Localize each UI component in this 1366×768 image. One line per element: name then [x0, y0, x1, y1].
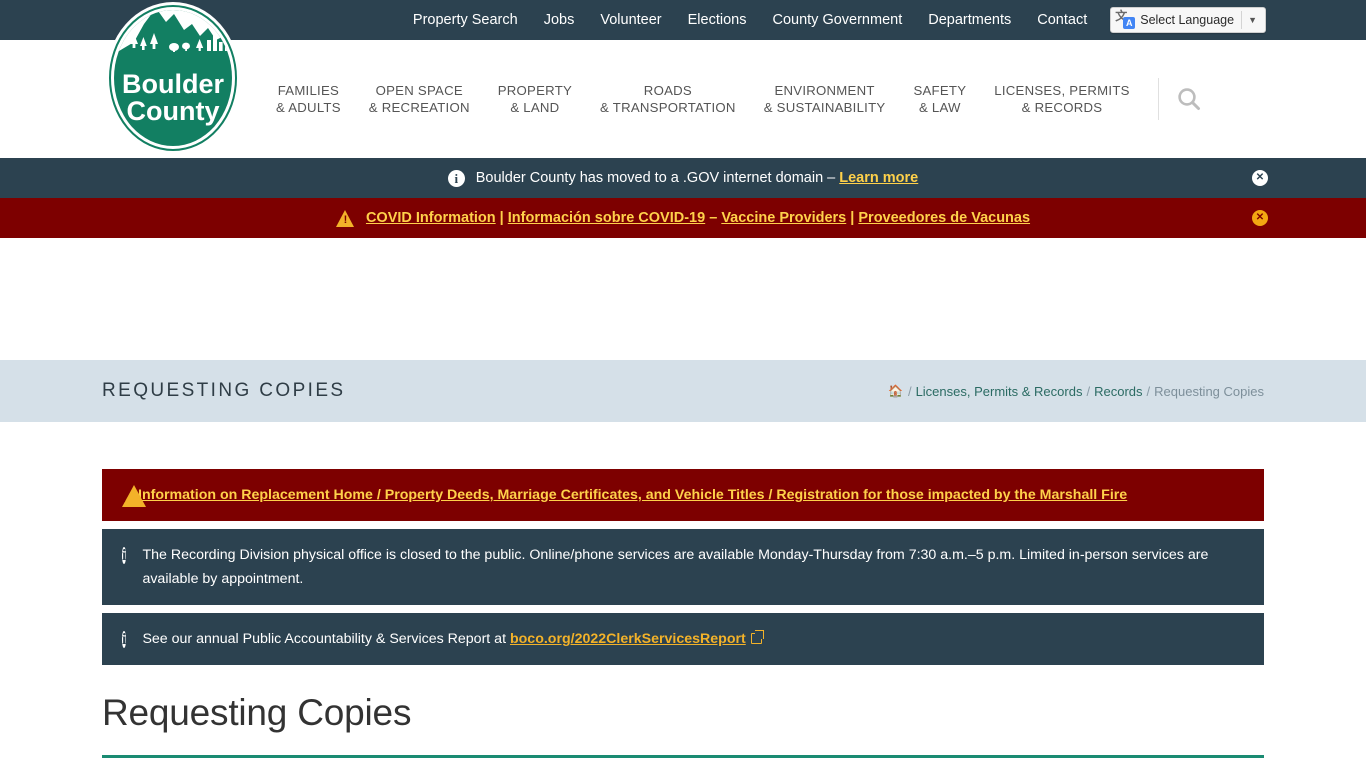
nav-open-space-recreation-line2: & RECREATION: [368, 100, 470, 115]
nav-open-space-recreation-line1: OPEN SPACE: [375, 83, 463, 98]
nav-property-land-line1: PROPERTY: [497, 83, 573, 98]
info-circle-icon: i: [122, 547, 127, 564]
main-nav-items: FAMILIES & ADULTS OPEN SPACE & RECREATIO…: [262, 76, 1366, 122]
chevron-down-icon[interactable]: ▼: [1242, 15, 1263, 25]
search-button[interactable]: [1163, 86, 1215, 112]
breadcrumb-item-licenses-permits-records[interactable]: Licenses, Permits & Records: [916, 384, 1083, 399]
nav-divider: [1157, 78, 1159, 120]
boulder-county-logo-icon: Boulder County: [106, 2, 240, 154]
nav-property-land[interactable]: PROPERTY & LAND: [484, 76, 586, 122]
external-link-icon: [750, 630, 764, 644]
site-banner-gov-domain-message: Boulder County has moved to a .GOV inter…: [475, 170, 840, 186]
nav-families-adults-line1: FAMILIES: [277, 83, 340, 98]
proveedores-vacunas-link[interactable]: Proveedores de Vacunas: [858, 210, 1030, 226]
translate-icon: 文 A: [1115, 10, 1136, 29]
nav-property-land-line2: & LAND: [510, 100, 560, 115]
covid-sep-3: |: [846, 210, 859, 226]
content-alert-marshall-fire: ! Information on Replacement Home / Prop…: [102, 469, 1264, 521]
nav-licenses-permits-records[interactable]: LICENSES, PERMITS & RECORDS: [980, 76, 1143, 122]
nav-safety-law[interactable]: SAFETY & LAW: [899, 76, 980, 122]
nav-families-adults-line2: & ADULTS: [276, 100, 341, 115]
breadcrumb: 🏠 / Licenses, Permits & Records / Record…: [888, 384, 1264, 399]
topbar-link-elections[interactable]: Elections: [675, 0, 760, 40]
nav-open-space-recreation[interactable]: OPEN SPACE & RECREATION: [355, 76, 484, 122]
info-circle-icon: i: [447, 169, 465, 187]
info-circle-icon-wrap: i: [122, 543, 127, 567]
nav-roads-transportation-line2: & TRANSPORTATION: [600, 100, 736, 115]
covid-information-link[interactable]: COVID Information: [366, 210, 496, 226]
topbar-link-property-search[interactable]: Property Search: [400, 0, 531, 40]
topbar-link-volunteer[interactable]: Volunteer: [587, 0, 674, 40]
site-banner-covid: ! COVID Information | Información sobre …: [0, 198, 1366, 238]
home-icon[interactable]: 🏠: [888, 384, 903, 398]
nav-licenses-permits-records-line2: & RECORDS: [1021, 100, 1103, 115]
site-logo[interactable]: Boulder County: [104, 0, 242, 157]
info-circle-icon-wrap: i: [122, 627, 127, 651]
covid-sep-2: –: [705, 210, 722, 226]
covid-informacion-link[interactable]: Información sobre COVID-19: [508, 210, 705, 226]
main-content: ! Information on Replacement Home / Prop…: [0, 422, 1366, 758]
nav-environment-sustainability-line1: ENVIRONMENT: [774, 83, 875, 98]
close-icon[interactable]: ✕: [1252, 210, 1268, 226]
content-alert-services-report: i See our annual Public Accountability &…: [102, 613, 1264, 665]
site-banner-gov-domain: i Boulder County has moved to a .GOV int…: [0, 158, 1366, 198]
svg-text:Boulder: Boulder: [122, 69, 224, 99]
warning-triangle-icon: !: [335, 209, 355, 227]
marshall-fire-link[interactable]: Information on Replacement Home / Proper…: [138, 487, 1127, 503]
clerk-services-report-link[interactable]: boco.org/2022ClerkServicesReport: [510, 631, 746, 647]
nav-roads-transportation[interactable]: ROADS & TRANSPORTATION: [586, 76, 750, 122]
language-selector[interactable]: 文 A Select Language ▼: [1110, 7, 1266, 33]
nav-environment-sustainability[interactable]: ENVIRONMENT & SUSTAINABILITY: [750, 76, 900, 122]
nav-licenses-permits-records-line1: LICENSES, PERMITS: [994, 83, 1130, 98]
site-banner-covid-inner: ! COVID Information | Información sobre …: [335, 208, 1030, 228]
nav-safety-law-line2: & LAW: [918, 100, 961, 115]
content-alert-marshall-fire-body: Information on Replacement Home / Proper…: [138, 483, 1127, 507]
covid-sep-1: |: [495, 210, 508, 226]
content-spacer: [0, 238, 1366, 360]
translate-icon-glyph-b: A: [1123, 17, 1136, 29]
topbar-link-departments[interactable]: Departments: [915, 0, 1024, 40]
nav-safety-law-line1: SAFETY: [913, 83, 967, 98]
svg-text:County: County: [127, 96, 220, 126]
site-banner-covid-text: COVID Information | Información sobre CO…: [366, 208, 1030, 228]
language-selector-label: Select Language: [1140, 13, 1235, 27]
breadcrumb-item-current: Requesting Copies: [1154, 383, 1264, 399]
page-title-band: REQUESTING COPIES 🏠 / Licenses, Permits …: [0, 360, 1366, 422]
utility-nav: Property Search Jobs Volunteer Elections…: [400, 0, 1266, 40]
search-icon: [1177, 88, 1200, 110]
content-alert-recording-division-text: The Recording Division physical office i…: [142, 547, 1209, 587]
breadcrumb-sep-0: /: [907, 383, 912, 399]
heading-underline: [102, 755, 1264, 758]
site-banner-gov-domain-text: Boulder County has moved to a .GOV inter…: [476, 168, 919, 188]
topbar-link-county-government[interactable]: County Government: [759, 0, 915, 40]
vaccine-providers-link[interactable]: Vaccine Providers: [721, 210, 846, 226]
topbar-link-contact[interactable]: Contact: [1024, 0, 1100, 40]
breadcrumb-item-records[interactable]: Records: [1094, 384, 1142, 399]
nav-families-adults[interactable]: FAMILIES & ADULTS: [262, 76, 355, 122]
nav-roads-transportation-line1: ROADS: [643, 83, 692, 98]
page-title: REQUESTING COPIES: [102, 380, 346, 401]
info-circle-icon: i: [122, 631, 127, 648]
services-report-text: See our annual Public Accountability & S…: [142, 631, 510, 647]
site-banner-gov-domain-link[interactable]: Learn more: [839, 170, 918, 186]
breadcrumb-sep-1: /: [1086, 383, 1091, 399]
content-heading: Requesting Copies: [102, 692, 412, 733]
content-alert-services-report-body: See our annual Public Accountability & S…: [142, 627, 764, 651]
site-banner-gov-domain-inner: i Boulder County has moved to a .GOV int…: [447, 168, 919, 188]
content-alert-recording-division: i The Recording Division physical office…: [102, 529, 1264, 605]
close-icon[interactable]: ✕: [1252, 170, 1268, 186]
breadcrumb-sep-2: /: [1146, 383, 1151, 399]
topbar-link-jobs[interactable]: Jobs: [531, 0, 588, 40]
nav-environment-sustainability-line2: & SUSTAINABILITY: [763, 100, 886, 115]
